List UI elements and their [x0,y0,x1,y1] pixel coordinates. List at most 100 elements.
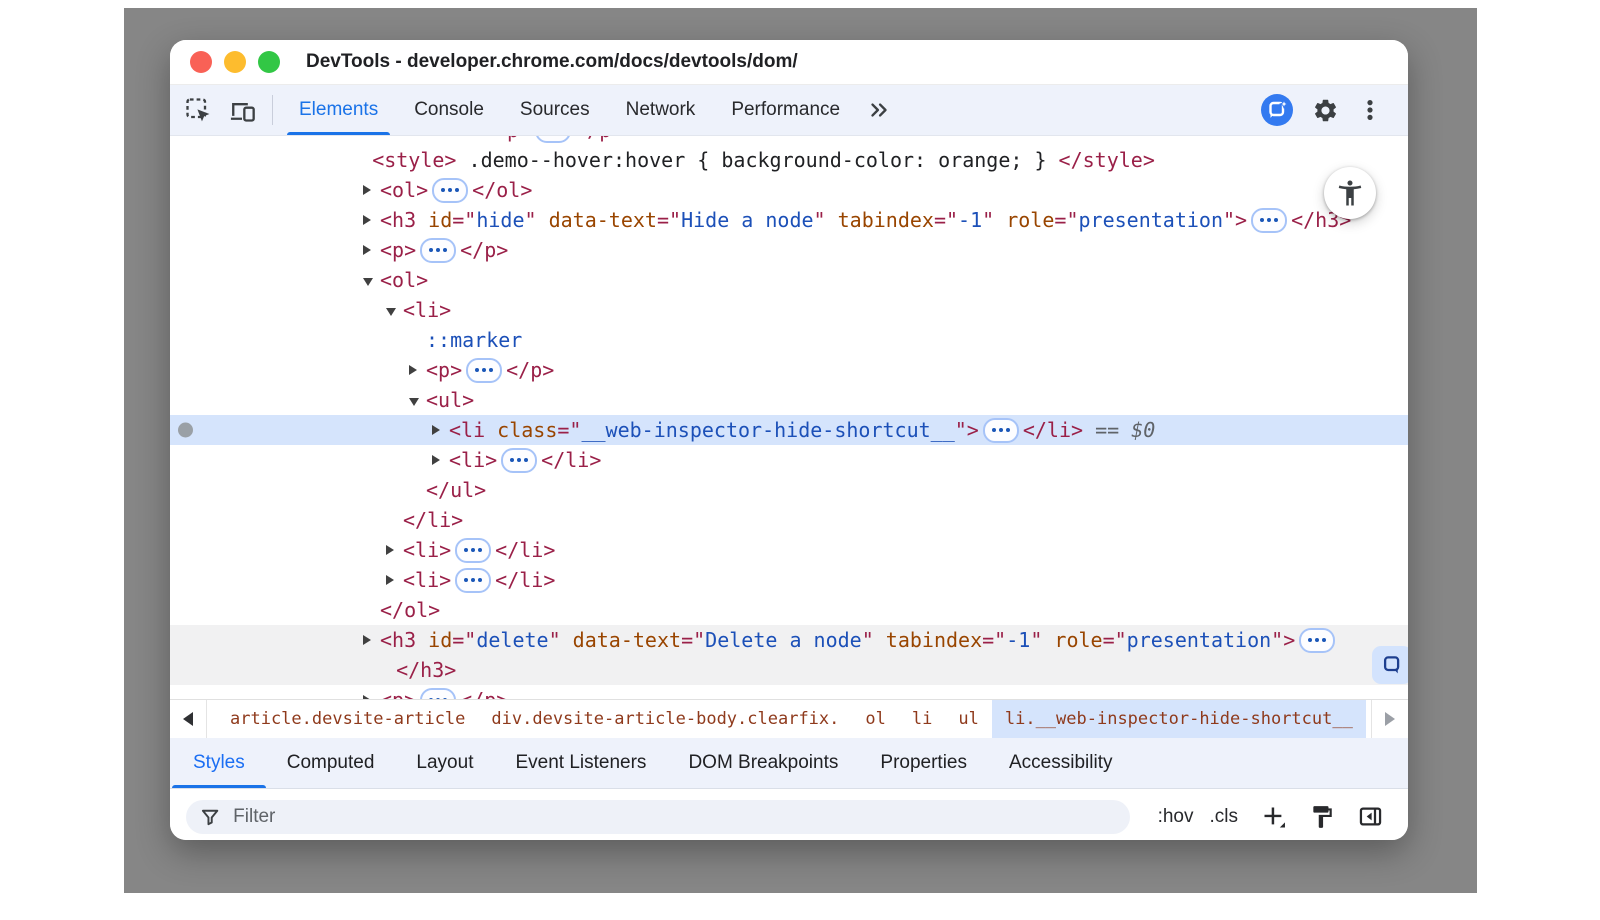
styles-filter-field[interactable] [186,800,1130,834]
minimize-button[interactable] [224,51,246,73]
dom-node-row[interactable]: <li> [170,295,1408,325]
add-style-rule-icon[interactable] [1252,803,1295,830]
tab-layout[interactable]: Layout [395,738,494,788]
dom-node-row[interactable]: <h3 id="hide" data-text="Hide a node" ta… [170,205,1408,235]
collapsed-arrow-icon[interactable] [363,215,371,225]
code-token: </li> [1023,418,1083,442]
collapsed-arrow-icon[interactable] [386,545,394,555]
tab-dom-breakpoints[interactable]: DOM Breakpoints [667,738,859,788]
expand-arrow-slot[interactable] [363,635,380,645]
ellipsis-expand-button[interactable] [983,418,1019,443]
collapsed-arrow-icon[interactable] [363,695,371,699]
more-tabs-icon[interactable] [858,85,900,135]
ellipsis-expand-button[interactable] [466,358,502,383]
collapsed-arrow-icon[interactable] [386,575,394,585]
inspect-element-icon[interactable] [170,85,220,135]
code-token: =" [557,418,581,442]
format-paint-icon[interactable] [1301,804,1343,830]
collapsed-arrow-icon[interactable] [363,185,371,195]
expand-arrow-slot[interactable] [386,575,403,585]
breadcrumb-item[interactable]: ul [945,700,991,738]
dom-node-row[interactable]: <li></li> [170,445,1408,475]
dom-node-row[interactable]: <p></p> [170,355,1408,385]
ellipsis-expand-button[interactable] [455,568,491,593]
dom-node-row[interactable]: </li> [170,505,1408,535]
dom-node-row[interactable]: <ul> [170,385,1408,415]
expand-arrow-slot[interactable] [363,215,380,225]
ellipsis-expand-button[interactable] [420,238,456,263]
expand-arrow-slot[interactable] [363,185,380,195]
expanded-arrow-icon[interactable] [386,308,396,316]
ellipsis-expand-button[interactable] [1251,208,1287,233]
tab-computed[interactable]: Computed [266,738,396,788]
tab-performance[interactable]: Performance [713,85,858,135]
ellipsis-expand-button[interactable] [432,178,468,203]
tab-sources[interactable]: Sources [502,85,608,135]
tab-network[interactable]: Network [608,85,714,135]
tab-properties[interactable]: Properties [859,738,988,788]
styles-filter-input[interactable] [231,805,1116,829]
tab-elements[interactable]: Elements [281,85,396,135]
tab-styles[interactable]: Styles [172,738,266,788]
code-token: $0 [1131,418,1155,442]
ellipsis-expand-button[interactable] [1299,628,1335,653]
expand-arrow-slot[interactable] [363,275,380,286]
expand-arrow-slot[interactable] [432,425,449,435]
ellipsis-expand-button[interactable] [535,136,571,143]
dom-node-row[interactable]: <li></li> [170,565,1408,595]
collapsed-arrow-icon[interactable] [409,365,417,375]
expanded-arrow-icon[interactable] [363,278,373,286]
dom-node-row[interactable]: </ol> [170,595,1408,625]
code-token: " [982,208,994,232]
expand-arrow-slot[interactable] [409,395,426,406]
collapsed-arrow-icon[interactable] [432,455,440,465]
breadcrumb-item[interactable]: li.__web-inspector-hide-shortcut__ [992,700,1366,738]
expand-arrow-slot[interactable] [363,245,380,255]
breadcrumb-item[interactable]: ol [852,700,898,738]
code-token: delete [476,628,548,652]
zoom-button[interactable] [258,51,280,73]
dom-node-row[interactable]: <p></p> [170,235,1408,265]
dom-node-row[interactable]: <p></p> [170,685,1408,699]
settings-gear-icon[interactable] [1303,97,1348,124]
ellipsis-expand-button[interactable] [420,688,456,700]
dom-node-row[interactable]: ::marker [170,325,1408,355]
tab-console[interactable]: Console [396,85,502,135]
kebab-menu-icon[interactable] [1348,97,1392,123]
breadcrumb-item[interactable]: article.devsite-article [217,700,478,738]
dom-node-row[interactable]: </ul> [170,475,1408,505]
dock-sidebar-icon[interactable] [1349,803,1392,830]
dom-node-row[interactable]: </h3> [170,655,1408,685]
dom-node-row[interactable]: <ol> [170,265,1408,295]
close-button[interactable] [190,51,212,73]
breadcrumb-item[interactable]: div.devsite-article-body.clearfix. [478,700,852,738]
ai-assistance-icon[interactable] [1251,93,1303,127]
tab-accessibility[interactable]: Accessibility [988,738,1133,788]
ai-assistance-floating-button[interactable] [1372,646,1408,684]
expand-arrow-slot[interactable] [386,305,403,316]
dom-node-row[interactable]: <style> .demo--hover:hover { background-… [170,145,1408,175]
collapsed-arrow-icon[interactable] [363,245,371,255]
toggle-hov[interactable]: :hov [1150,806,1202,828]
dom-node-row[interactable]: <li class="__web-inspector-hide-shortcut… [170,415,1408,445]
ellipsis-expand-button[interactable] [455,538,491,563]
breadcrumb-scroll-left-button[interactable] [170,700,207,738]
expand-arrow-slot[interactable] [409,365,426,375]
expand-arrow-slot[interactable] [363,695,380,699]
device-toolbar-icon[interactable] [220,85,264,135]
ellipsis-expand-button[interactable] [501,448,537,473]
collapsed-arrow-icon[interactable] [363,635,371,645]
expand-arrow-slot[interactable] [386,545,403,555]
breadcrumb-scroll-right-button[interactable] [1371,700,1408,738]
dom-node-row[interactable]: <ol></ol> [170,175,1408,205]
dom-node-row[interactable]: <h3 id="delete" data-text="Delete a node… [170,625,1408,655]
collapsed-arrow-icon[interactable] [432,425,440,435]
expand-arrow-slot[interactable] [432,455,449,465]
tab-event-listeners[interactable]: Event Listeners [494,738,667,788]
toggle-cls[interactable]: .cls [1202,806,1247,828]
expanded-arrow-icon[interactable] [409,398,419,406]
breadcrumb-item[interactable]: li [899,700,945,738]
dom-node-row[interactable]: <p></p> [170,136,1408,145]
dom-node-row[interactable]: <li></li> [170,535,1408,565]
accessibility-overlay-button[interactable] [1324,167,1376,219]
